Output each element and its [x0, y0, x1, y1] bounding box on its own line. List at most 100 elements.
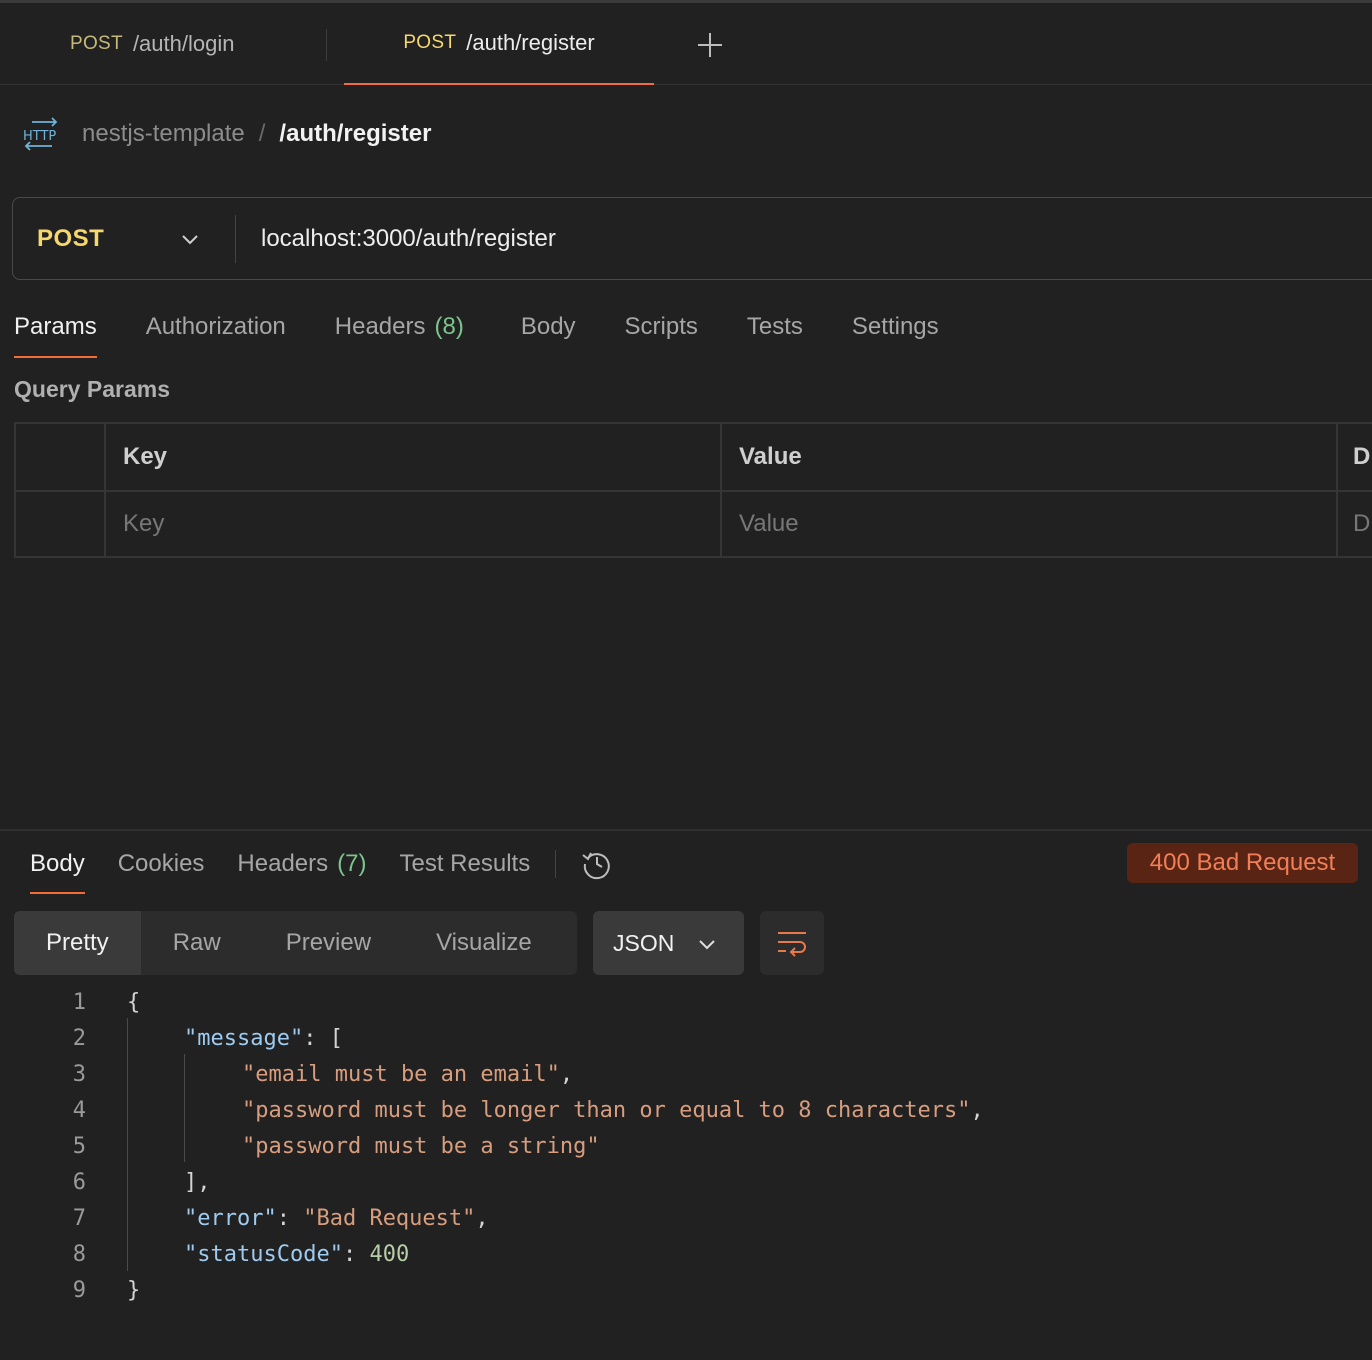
response-headers-label: Headers: [237, 850, 329, 877]
view-mode-pretty[interactable]: Pretty: [14, 911, 141, 975]
code-line: 4 "password must be longer than or equal…: [0, 1092, 1372, 1128]
json-key: "statusCode": [184, 1241, 343, 1267]
view-mode-preview[interactable]: Preview: [286, 911, 371, 975]
code-text: {: [127, 989, 141, 1015]
tab-authorization[interactable]: Authorization: [146, 296, 286, 358]
query-params-table: Key Value D Key Value D: [14, 422, 1372, 558]
tab-headers[interactable]: Headers (8): [335, 296, 464, 358]
breadcrumb-request-name[interactable]: /auth/register: [279, 120, 431, 148]
code-text: "statusCode": 400: [184, 1241, 410, 1267]
line-number: 6: [72, 1169, 86, 1195]
response-tab-cookies[interactable]: Cookies: [118, 834, 205, 894]
query-params-title: Query Params: [14, 376, 170, 402]
param-value-input[interactable]: Value: [722, 492, 1338, 556]
format-dropdown[interactable]: JSON: [593, 911, 744, 975]
code-line: 8 "statusCode": 400: [0, 1236, 1372, 1272]
line-number: 8: [72, 1241, 86, 1267]
json-string: "password must be longer than or equal t…: [242, 1097, 971, 1123]
method-value: POST: [37, 224, 105, 252]
breadcrumb-separator: /: [258, 120, 266, 147]
table-header-row: Key Value D: [16, 424, 1372, 490]
request-tab-login[interactable]: POST /auth/login: [70, 3, 234, 85]
checkbox-column-header: [16, 424, 106, 490]
headers-count-badge: (8): [434, 313, 464, 340]
line-number: 4: [72, 1097, 86, 1123]
tab-scripts[interactable]: Scripts: [625, 296, 698, 358]
tab-divider: [326, 29, 327, 61]
code-line: 6 ],: [0, 1164, 1372, 1200]
tab-settings[interactable]: Settings: [852, 296, 939, 358]
url-bar: POST: [12, 197, 1372, 280]
chevron-down-icon: [182, 235, 198, 245]
code-line: 1 {: [0, 984, 1372, 1020]
history-icon: [582, 852, 611, 880]
json-punct: : [: [303, 1025, 343, 1051]
code-text: "password must be longer than or equal t…: [242, 1097, 984, 1123]
request-tab-register[interactable]: POST /auth/register: [344, 3, 654, 85]
code-line: 9 }: [0, 1272, 1372, 1308]
wrap-lines-button[interactable]: [760, 911, 824, 975]
tab-path: /auth/register: [466, 30, 595, 55]
tab-method: POST: [70, 33, 123, 54]
code-text: "error": "Bad Request",: [184, 1205, 489, 1231]
code-line: 5 "password must be a string": [0, 1128, 1372, 1164]
plus-icon: [698, 33, 722, 57]
line-number: 3: [72, 1061, 86, 1087]
request-section-tabs: Params Authorization Headers (8) Body Sc…: [14, 296, 988, 358]
response-tab-headers[interactable]: Headers (7): [237, 834, 366, 894]
format-value: JSON: [613, 929, 675, 956]
response-body-code[interactable]: 1 { 2 "message": [ 3 "email must be an e…: [0, 984, 1372, 1308]
code-text: "message": [: [184, 1026, 343, 1051]
json-string: "Bad Request": [303, 1205, 476, 1231]
json-key: "error": [184, 1205, 277, 1231]
line-number: 5: [72, 1133, 86, 1159]
breadcrumb-collection[interactable]: nestjs-template: [82, 120, 245, 148]
row-checkbox-cell[interactable]: [16, 492, 106, 556]
request-tabs-bar: POST /auth/login POST /auth/register: [0, 3, 1372, 85]
column-header-description: D: [1353, 443, 1371, 470]
new-tab-button[interactable]: [692, 27, 728, 63]
url-input[interactable]: [261, 224, 1261, 253]
response-pane-divider[interactable]: [0, 829, 1372, 831]
tab-method: POST: [403, 32, 457, 53]
code-line: 7 "error": "Bad Request",: [0, 1200, 1372, 1236]
response-view-mode-selector: Pretty Raw Preview Visualize: [14, 911, 577, 975]
tab-body[interactable]: Body: [521, 296, 576, 358]
tab-params[interactable]: Params: [14, 296, 97, 358]
code-line: 2 "message": [: [0, 1020, 1372, 1056]
url-divider: [235, 214, 236, 263]
param-description-input[interactable]: D: [1338, 492, 1372, 556]
code-text: }: [127, 1277, 141, 1303]
tab-headers-label: Headers: [334, 313, 426, 340]
response-tab-test-results[interactable]: Test Results: [399, 834, 530, 894]
http-icon: HTTP: [23, 117, 58, 151]
wrap-lines-icon: [778, 932, 806, 957]
response-headers-count: (7): [337, 850, 367, 877]
line-number: 1: [72, 989, 86, 1015]
view-mode-raw[interactable]: Raw: [173, 911, 221, 975]
json-number: 400: [369, 1241, 410, 1267]
json-key: "message": [184, 1025, 304, 1051]
response-section-tabs: Body Cookies Headers (7) Test Results: [30, 834, 614, 894]
svg-text:HTTP: HTTP: [23, 129, 56, 144]
chevron-down-icon: [699, 940, 715, 950]
method-dropdown[interactable]: POST: [13, 198, 235, 279]
response-tabs-divider: [555, 850, 557, 878]
code-line: 3 "email must be an email",: [0, 1056, 1372, 1092]
line-number: 2: [72, 1025, 86, 1051]
breadcrumb: HTTP nestjs-template / /auth/register: [22, 108, 431, 160]
table-row: Key Value D: [16, 490, 1372, 556]
column-header-key: Key: [106, 424, 722, 490]
line-number: 7: [72, 1205, 86, 1231]
response-tab-body[interactable]: Body: [30, 834, 85, 894]
status-badge[interactable]: 400 Bad Request: [1127, 843, 1358, 883]
tab-tests[interactable]: Tests: [747, 296, 803, 358]
json-string: "password must be a string": [242, 1133, 600, 1159]
code-text: "email must be an email",: [242, 1061, 574, 1087]
column-header-value: Value: [722, 424, 1338, 490]
line-number: 9: [72, 1277, 86, 1303]
tab-path: /auth/login: [132, 31, 235, 56]
param-key-input[interactable]: Key: [106, 492, 722, 556]
history-button[interactable]: [580, 847, 614, 881]
view-mode-visualize[interactable]: Visualize: [436, 911, 532, 975]
